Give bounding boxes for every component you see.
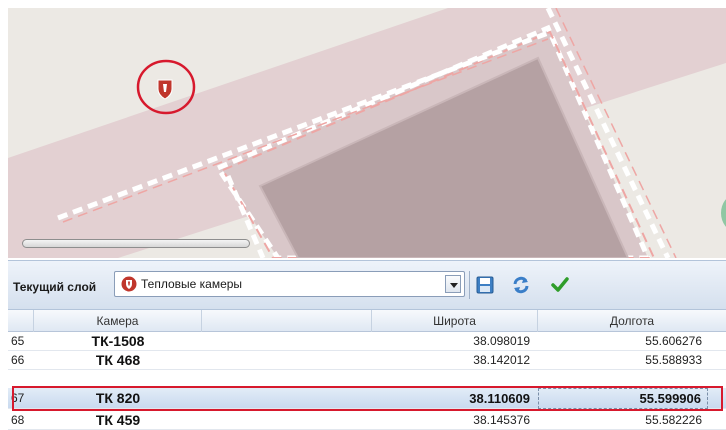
camera-table: Камера Широта Долгота 65 ТК-1508 38.0980… xyxy=(8,310,726,430)
longitude-cell[interactable]: 55.606276 xyxy=(538,332,708,351)
row-index: 68 xyxy=(11,413,25,427)
table-header: Камера Широта Долгота xyxy=(8,310,726,332)
map-view[interactable] xyxy=(8,8,726,258)
current-layer-label: Текущий слой xyxy=(13,280,97,294)
layer-select-value: Тепловые камеры xyxy=(141,277,243,291)
map-scrollbar[interactable] xyxy=(22,239,250,248)
layer-select[interactable]: Тепловые камеры xyxy=(114,271,465,297)
table-row[interactable]: 66 ТК 468 38.142012 55.588933 xyxy=(8,351,726,370)
longitude-cell[interactable]: 55.582226 xyxy=(538,411,708,430)
chevron-down-icon[interactable] xyxy=(445,275,461,293)
row-index: 66 xyxy=(11,353,25,367)
header-camera[interactable]: Камера xyxy=(34,310,202,332)
latitude-cell[interactable]: 38.098019 xyxy=(372,332,536,351)
camera-cell: ТК 468 xyxy=(95,352,141,368)
latitude-cell[interactable]: 38.142012 xyxy=(372,351,536,370)
table-row[interactable]: 68 ТК 459 38.145376 55.582226 xyxy=(8,411,726,430)
header-blank xyxy=(202,310,372,332)
longitude-cell[interactable]: 55.588933 xyxy=(538,351,708,370)
map-canvas xyxy=(8,8,726,258)
refresh-icon[interactable] xyxy=(511,275,531,295)
table-row[interactable]: 65 ТК-1508 38.098019 55.606276 xyxy=(8,332,726,351)
layer-toolbar: Текущий слой Тепловые камеры xyxy=(8,260,726,310)
latitude-cell[interactable]: 38.145376 xyxy=(372,411,536,430)
row-index: 65 xyxy=(11,334,25,348)
header-latitude[interactable]: Широта xyxy=(372,310,538,332)
thermal-camera-icon xyxy=(121,276,137,292)
camera-cell: ТК-1508 xyxy=(91,333,145,349)
checkmark-icon[interactable] xyxy=(550,275,570,295)
header-index xyxy=(8,310,34,332)
save-disk-icon[interactable] xyxy=(475,275,495,295)
selected-row-highlight xyxy=(12,386,723,411)
header-longitude[interactable]: Долгота xyxy=(538,310,726,332)
camera-cell: ТК 459 xyxy=(95,412,141,428)
toolbar-divider xyxy=(469,271,470,299)
